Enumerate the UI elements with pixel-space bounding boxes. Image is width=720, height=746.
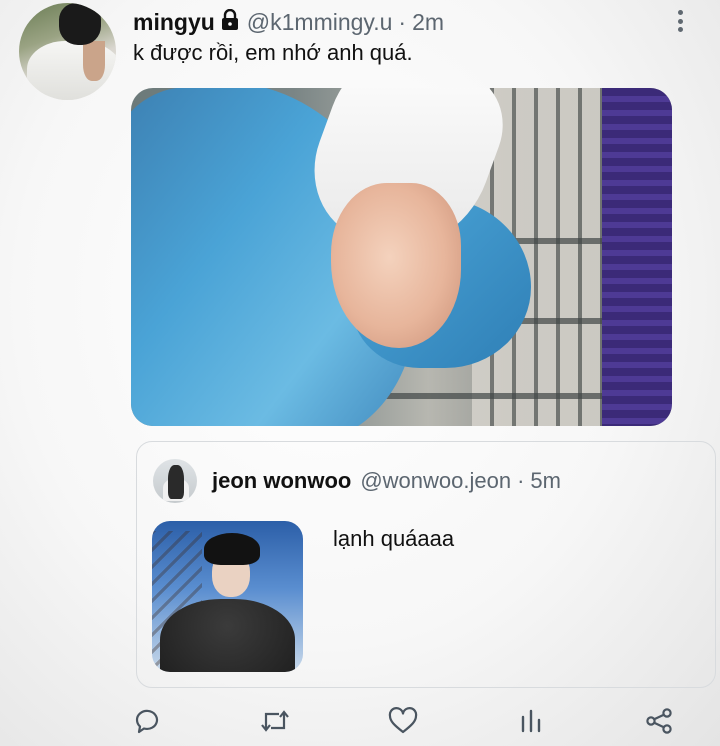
reply-button[interactable] (130, 704, 164, 738)
quoted-author-handle[interactable]: @wonwoo.jeon (360, 468, 511, 494)
analytics-icon (521, 709, 541, 733)
quoted-tweet-timestamp[interactable]: 5m (530, 468, 561, 494)
author-avatar[interactable] (19, 3, 116, 100)
more-options-button[interactable] (672, 8, 688, 34)
like-button[interactable] (386, 704, 420, 738)
quoted-header-separator: · (517, 468, 525, 493)
tweet: mingyu @k1mmingy.u · 2m k được rồi, em n… (0, 0, 720, 746)
tweet-header: mingyu @k1mmingy.u · 2m (133, 8, 444, 36)
more-dot-icon (677, 10, 683, 15)
more-dot-icon (677, 27, 683, 32)
quoted-tweet-header: jeon wonwoo @wonwoo.jeon · 5m (212, 468, 561, 494)
share-button[interactable] (642, 704, 676, 738)
retweet-icon (261, 710, 289, 732)
author-display-name[interactable]: mingyu (133, 9, 215, 36)
quoted-tweet-text: lạnh quáaaa (333, 526, 455, 551)
quoted-author-display-name[interactable]: jeon wonwoo (212, 468, 351, 494)
heart-icon (388, 707, 418, 734)
header-separator: · (398, 8, 407, 35)
share-icon (646, 708, 672, 734)
tweet-photo[interactable] (131, 88, 672, 426)
tweet-text: k được rồi, em nhớ anh quá. (133, 40, 413, 65)
quoted-author-avatar[interactable] (153, 459, 197, 503)
tweet-timestamp[interactable]: 2m (412, 9, 444, 36)
lock-icon (220, 8, 240, 36)
author-handle[interactable]: @k1mmingy.u (247, 9, 393, 36)
quoted-tweet[interactable]: jeon wonwoo @wonwoo.jeon · 5m lạnh quáaa… (136, 441, 716, 688)
analytics-button[interactable] (514, 704, 548, 738)
retweet-button[interactable] (258, 704, 292, 738)
tweet-action-bar (0, 700, 720, 740)
quoted-tweet-photo[interactable] (152, 521, 303, 672)
reply-icon (135, 709, 159, 734)
more-dot-icon (677, 18, 683, 24)
